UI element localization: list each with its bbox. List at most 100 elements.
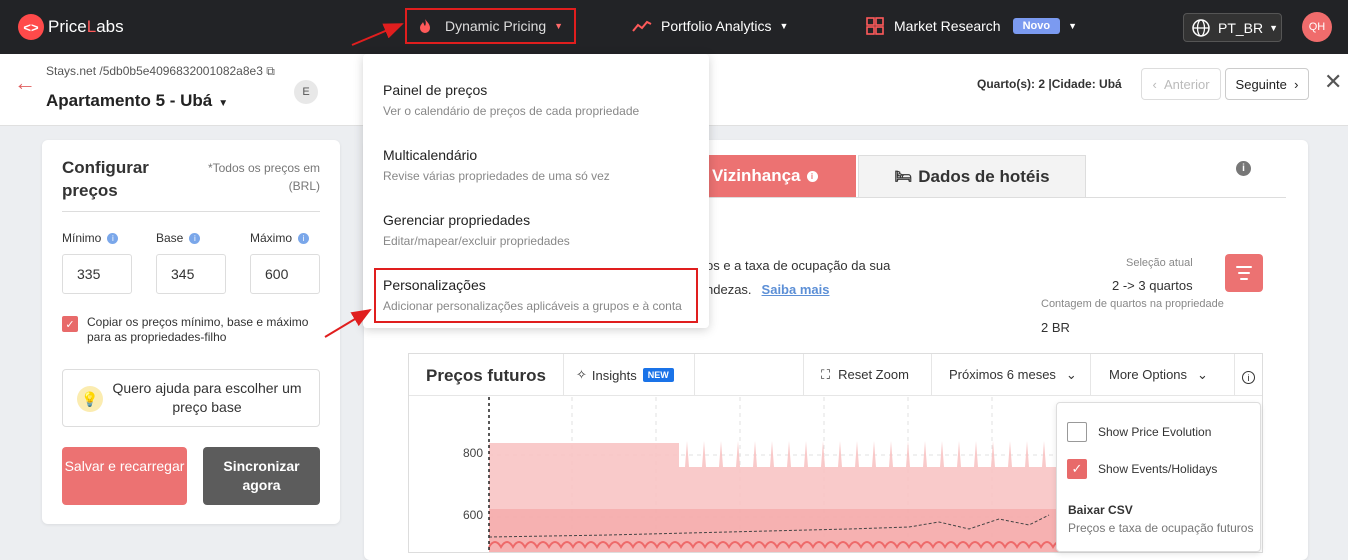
- menu-item-title: Painel de preços: [383, 82, 488, 98]
- chevron-down-icon: ▼: [1068, 21, 1078, 31]
- status-badge: E: [294, 80, 318, 104]
- learn-more-link[interactable]: Saiba mais: [762, 282, 830, 297]
- chevron-down-icon: ▼: [1269, 22, 1279, 33]
- more-options-button[interactable]: More Options ⌄: [1109, 367, 1208, 383]
- divider: [62, 211, 320, 212]
- more-options-panel: Show Price Evolution ✓ Show Events/Holida…: [1056, 402, 1261, 552]
- tab-divider: [706, 197, 1286, 198]
- info-icon[interactable]: i: [1242, 371, 1255, 384]
- sync-now-button[interactable]: Sincronizar agora: [203, 447, 320, 505]
- divider: [694, 354, 695, 396]
- back-arrow-icon[interactable]: ←: [14, 70, 36, 96]
- min-price-label: Mínimo i: [62, 231, 119, 245]
- lightbulb-icon: 💡: [77, 386, 103, 412]
- help-text: Quero ajuda para escolher um preço base: [112, 380, 302, 415]
- base-price-label: Base i: [156, 231, 201, 245]
- nav-market-research[interactable]: Market Research Novo ▼: [866, 8, 1077, 44]
- room-count-label: Contagem de quartos na propriedade: [1041, 298, 1224, 310]
- user-avatar[interactable]: QH: [1302, 12, 1332, 42]
- trend-icon: [632, 20, 652, 32]
- base-price-input[interactable]: 345: [156, 254, 226, 294]
- divider: [803, 354, 804, 396]
- menu-item-subtitle: Revise várias propriedades de uma só vez: [383, 169, 610, 183]
- new-badge: NEW: [642, 368, 674, 382]
- info-icon[interactable]: i: [298, 232, 310, 244]
- chart-title: Preços futuros: [426, 366, 546, 385]
- property-meta: Quarto(s): 2 |Cidade: Ubá: [977, 77, 1122, 91]
- info-icon[interactable]: i: [1236, 161, 1251, 176]
- language-selector[interactable]: PT_BR ▼: [1183, 13, 1282, 42]
- menu-item-multicalendar[interactable]: Multicalendário Revise várias propriedad…: [383, 147, 703, 183]
- menu-item-subtitle: Ver o calendário de preços de cada propr…: [383, 104, 640, 118]
- nav-dynamic-pricing-label: Dynamic Pricing: [445, 18, 547, 34]
- room-count-value: 2 BR: [1041, 320, 1070, 335]
- chevron-down-icon: ▼: [779, 21, 789, 31]
- top-navbar: <> PriceLabs Dynamic Pricing ▼ Portfolio…: [0, 0, 1348, 54]
- menu-item-title: Multicalendário: [383, 147, 478, 163]
- configure-prices-title: Configurar preços: [62, 158, 149, 200]
- max-price-label: Máximo i: [250, 231, 310, 245]
- base-price-help-button[interactable]: 💡 Quero ajuda para escolher um preço bas…: [62, 369, 320, 427]
- listing-id[interactable]: Stays.net /5db0b5e4096832001082a8e3 ⧉: [46, 64, 275, 79]
- info-icon: i: [806, 170, 818, 182]
- filter-button[interactable]: [1225, 254, 1263, 292]
- sparkle-icon: ✧: [576, 367, 587, 382]
- nav-dynamic-pricing[interactable]: Dynamic Pricing ▼: [405, 8, 576, 44]
- copy-prices-checkbox[interactable]: ✓: [62, 316, 78, 332]
- divider: [931, 354, 932, 396]
- divider: [1234, 354, 1235, 396]
- checkbox[interactable]: [1067, 422, 1087, 442]
- show-events-option[interactable]: ✓ Show Events/Holidays: [1067, 459, 1217, 479]
- logo-icon: <>: [18, 14, 44, 40]
- description-line-1: os e a taxa de ocupação da sua: [706, 258, 891, 273]
- download-csv-subtitle: Preços e taxa de ocupação futuros: [1068, 521, 1254, 535]
- bed-icon: 🛏: [894, 168, 913, 184]
- info-icon[interactable]: i: [189, 232, 201, 244]
- reset-zoom-button[interactable]: ⛶ Reset Zoom: [821, 367, 909, 383]
- current-selection-value: 2 -> 3 quartos: [1112, 278, 1193, 293]
- globe-icon: [1192, 18, 1210, 37]
- current-selection-label: Seleção atual: [1126, 257, 1193, 269]
- max-price-input[interactable]: 600: [250, 254, 320, 294]
- currency-note: *Todos os preços em (BRL): [207, 161, 320, 193]
- nav-portfolio-analytics[interactable]: Portfolio Analytics ▼: [632, 8, 788, 44]
- logo-text: PriceLabs: [48, 17, 124, 36]
- menu-item-pricing-dashboard[interactable]: Painel de preços Ver o calendário de pre…: [383, 82, 703, 118]
- highlight-box: [374, 268, 698, 323]
- next-button[interactable]: Seguinte ›: [1225, 68, 1309, 100]
- novo-badge: Novo: [1012, 18, 1061, 34]
- save-reload-button[interactable]: Salvar e recarregar: [62, 447, 187, 505]
- info-icon[interactable]: i: [107, 232, 119, 244]
- pricelabs-logo[interactable]: <> PriceLabs: [18, 14, 124, 40]
- flame-icon: [420, 19, 430, 33]
- description-line-2: ndezas. Saiba mais: [706, 282, 830, 297]
- language-label: PT_BR: [1218, 19, 1264, 36]
- tab-hotel-data[interactable]: 🛏 Dados de hotéis: [858, 155, 1086, 198]
- chevron-down-icon: ⌄: [1197, 367, 1208, 382]
- configure-prices-card: Configurar preços *Todos os preços em (B…: [42, 140, 340, 524]
- checkbox[interactable]: ✓: [1067, 459, 1087, 479]
- download-csv-title[interactable]: Baixar CSV: [1068, 503, 1133, 517]
- insights-button[interactable]: ✧ Insights NEW: [576, 367, 674, 383]
- property-selector[interactable]: Apartamento 5 - Ubá ▼: [46, 91, 228, 111]
- chevron-down-icon: ⌄: [1065, 367, 1077, 382]
- menu-item-manage-properties[interactable]: Gerenciar propriedades Editar/mapear/exc…: [383, 212, 703, 248]
- nav-market-research-label: Market Research: [894, 18, 1001, 34]
- copy-prices-label: Copiar os preços mínimo, base e máximo p…: [87, 315, 309, 344]
- expand-icon: ⛶: [821, 367, 831, 382]
- next-6-months-select[interactable]: Próximos 6 meses ⌄: [949, 367, 1077, 383]
- tab-neighborhood[interactable]: Vizinhança i: [706, 155, 856, 197]
- previous-button[interactable]: ‹ Anterior: [1141, 68, 1221, 100]
- divider: [563, 354, 564, 396]
- menu-item-subtitle: Editar/mapear/excluir propriedades: [383, 234, 570, 248]
- min-price-input[interactable]: 335: [62, 254, 132, 294]
- show-price-evolution-option[interactable]: Show Price Evolution: [1067, 422, 1211, 442]
- menu-item-title: Gerenciar propriedades: [383, 212, 531, 228]
- external-link-icon[interactable]: ⧉: [266, 64, 275, 78]
- divider: [1090, 354, 1091, 396]
- chevron-down-icon: ▼: [218, 98, 229, 109]
- y-tick-label: 800: [463, 446, 484, 460]
- close-icon[interactable]: ✕: [1324, 69, 1342, 95]
- y-tick-label: 600: [463, 508, 484, 522]
- nav-portfolio-analytics-label: Portfolio Analytics: [661, 18, 772, 34]
